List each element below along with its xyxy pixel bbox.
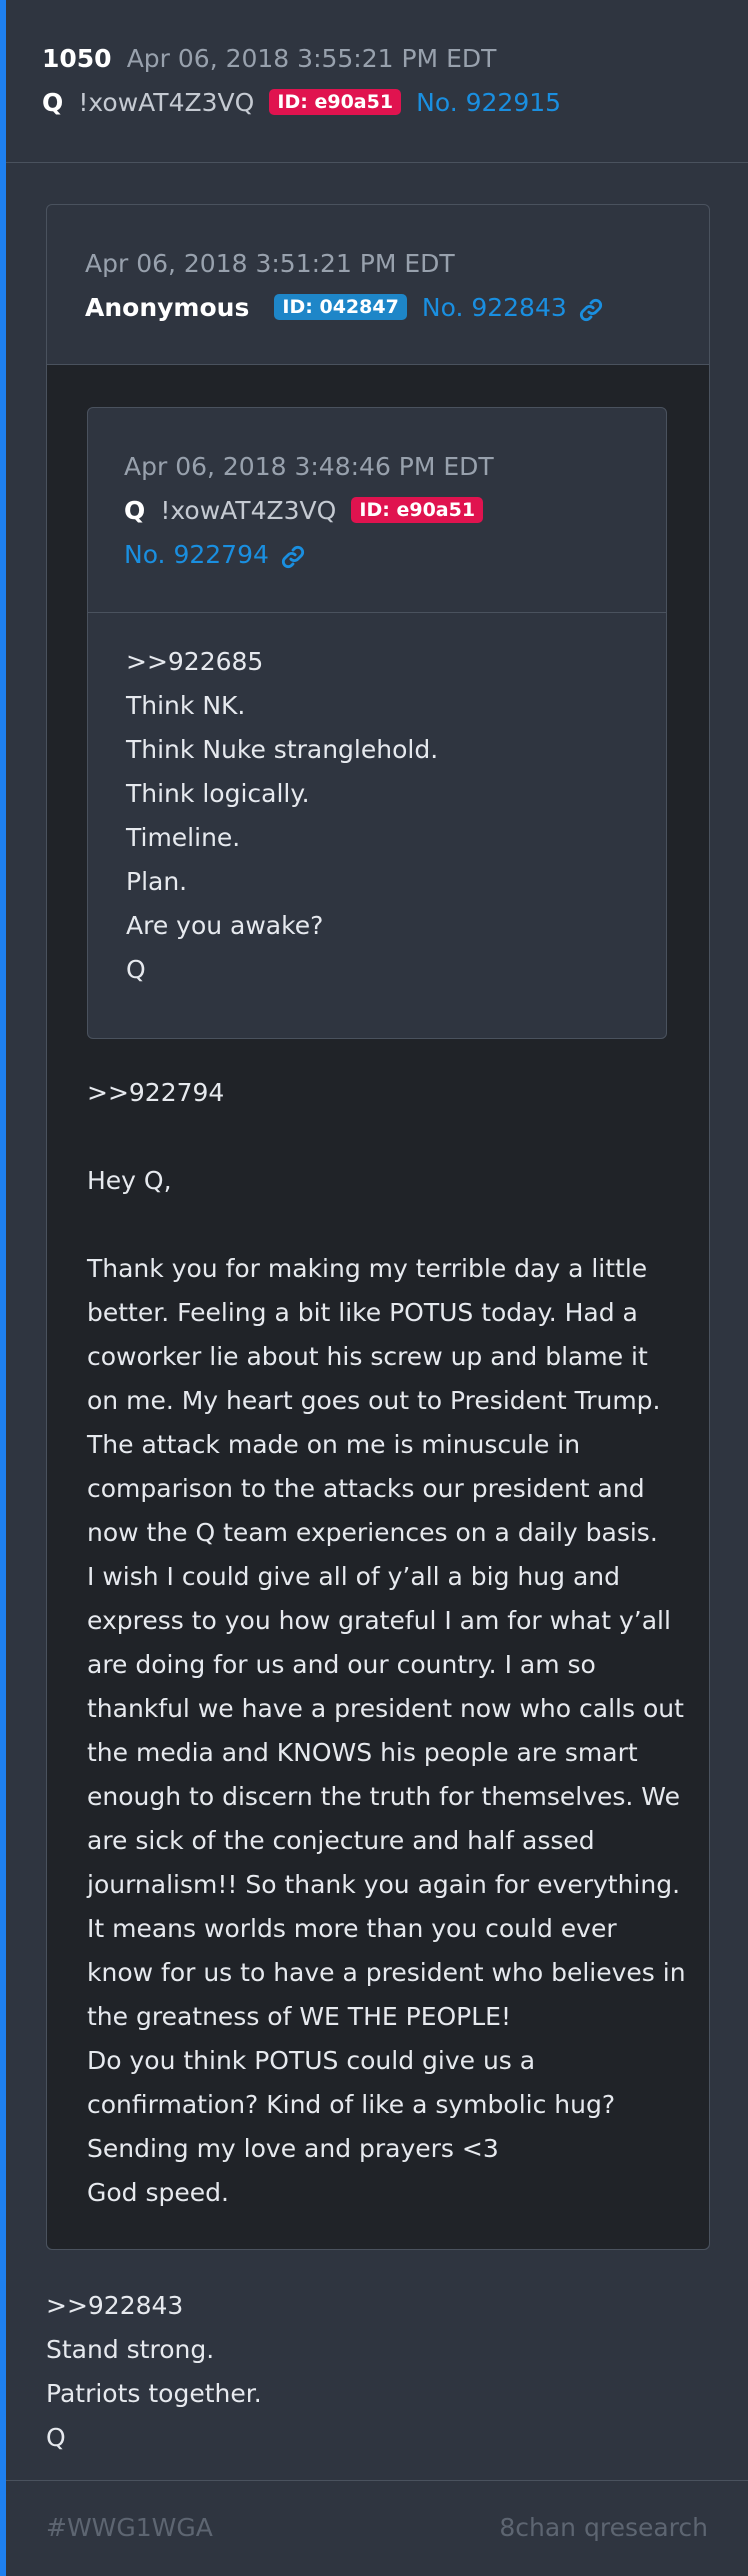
text-line: are doing for us and our country. I am s… [87, 1650, 596, 1679]
id-badge: ID: 042847 [274, 294, 407, 320]
text-line: now the Q team experiences on a daily ba… [87, 1518, 658, 1547]
text-line: It means worlds more than you could ever [87, 1914, 617, 1943]
post-tripcode: !xowAT4Z3VQ [78, 88, 255, 117]
nested-post-text: >>922685 Think NK. Think Nuke strangleho… [126, 640, 438, 992]
text-line: Patriots together. [46, 2379, 262, 2408]
text-line: Hey Q, [87, 1166, 172, 1195]
text-line: Q [126, 955, 146, 984]
text-line: enough to discern the truth for themselv… [87, 1782, 680, 1811]
text-line: the greatness of WE THE PEOPLE! [87, 2002, 511, 2031]
text-line: God speed. [87, 2178, 229, 2207]
text-line: Stand strong. [46, 2335, 215, 2364]
id-badge: ID: e90a51 [351, 497, 484, 523]
text-line: thankful we have a president now who cal… [87, 1694, 684, 1723]
quoted-post-date: Apr 06, 2018 3:51:21 PM EDT [85, 249, 455, 278]
post-header: 1050 Apr 06, 2018 3:55:21 PM EDT Q !xowA… [6, 0, 748, 163]
nested-post-number-link[interactable]: No. 922794 [124, 540, 269, 569]
source-label: 8chan qresearch [499, 2513, 708, 2542]
text-line: >>922685 [126, 647, 264, 676]
post-footer: #WWG1WGA 8chan qresearch [6, 2480, 748, 2576]
post-card: 1050 Apr 06, 2018 3:55:21 PM EDT Q !xowA… [0, 0, 748, 2576]
text-line [87, 1203, 686, 1247]
text-line: >>922794 [87, 1078, 225, 1107]
text-line: confirmation? Kind of like a symbolic hu… [87, 2090, 616, 2119]
text-line: Are you awake? [126, 911, 324, 940]
nested-post-tripcode: !xowAT4Z3VQ [160, 496, 337, 525]
nested-quoted-post: Apr 06, 2018 3:48:46 PM EDT Q !xowAT4Z3V… [87, 407, 667, 1039]
quoted-post-author: Anonymous [85, 293, 250, 322]
text-line: I wish I could give all of y’all a big h… [87, 1562, 620, 1591]
hashtag: #WWG1WGA [46, 2513, 213, 2542]
nested-post-date: Apr 06, 2018 3:48:46 PM EDT [124, 452, 494, 481]
quoted-post-text: >>922794 Hey Q, Thank you for making my … [87, 1071, 686, 2215]
text-line: >>922843 [46, 2291, 184, 2320]
quoted-post-header: Apr 06, 2018 3:51:21 PM EDT Anonymous ID… [47, 205, 709, 365]
text-line [87, 1115, 686, 1159]
text-line: comparison to the attacks our president … [87, 1474, 645, 1503]
text-line: coworker lie about his screw up and blam… [87, 1342, 648, 1371]
text-line: Do you think POTUS could give us a [87, 2046, 536, 2075]
text-line: express to you how grateful I am for wha… [87, 1606, 671, 1635]
quoted-post-body: Apr 06, 2018 3:48:46 PM EDT Q !xowAT4Z3V… [47, 365, 709, 2249]
text-line: know for us to have a president who beli… [87, 1958, 686, 1987]
text-line: Timeline. [126, 823, 241, 852]
nested-post-author: Q [124, 496, 146, 525]
post-text: >>922843 Stand strong. Patriots together… [46, 2284, 262, 2460]
text-line: Think logically. [126, 779, 310, 808]
id-badge: ID: e90a51 [269, 89, 402, 115]
text-line: the media and KNOWS his people are smart [87, 1738, 638, 1767]
text-line: Plan. [126, 867, 188, 896]
post-number-link[interactable]: No. 922915 [416, 88, 561, 117]
nested-post-header: Apr 06, 2018 3:48:46 PM EDT Q !xowAT4Z3V… [88, 408, 666, 613]
text-line: Think Nuke stranglehold. [126, 735, 439, 764]
text-line: on me. My heart goes out to President Tr… [87, 1386, 661, 1415]
link-icon[interactable] [280, 544, 306, 574]
post-author: Q [42, 88, 64, 117]
post-number: 1050 [42, 44, 112, 73]
text-line: better. Feeling a bit like POTUS today. … [87, 1298, 638, 1327]
post-date: Apr 06, 2018 3:55:21 PM EDT [126, 44, 497, 73]
text-line: are sick of the conjecture and half asse… [87, 1826, 595, 1855]
quoted-post-number-link[interactable]: No. 922843 [422, 293, 567, 322]
text-line: Thank you for making my terrible day a l… [87, 1254, 648, 1283]
text-line: journalism!! So thank you again for ever… [87, 1870, 681, 1899]
quoted-post: Apr 06, 2018 3:51:21 PM EDT Anonymous ID… [46, 204, 710, 2250]
text-line: Sending my love and prayers <3 [87, 2134, 499, 2163]
link-icon[interactable] [578, 297, 604, 327]
text-line: The attack made on me is minuscule in [87, 1430, 581, 1459]
text-line: Think NK. [126, 691, 246, 720]
text-line: Q [46, 2423, 66, 2452]
